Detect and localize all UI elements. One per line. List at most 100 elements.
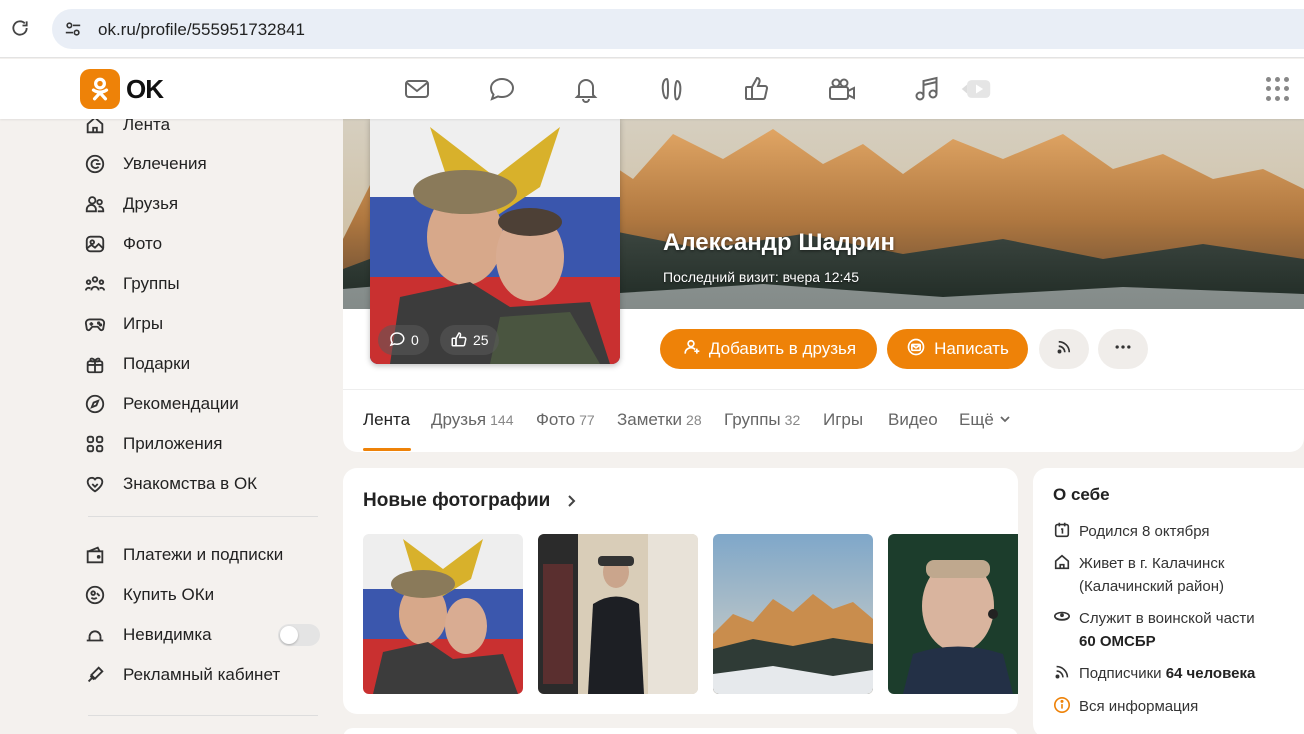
tab-feed[interactable]: Лента <box>363 410 410 430</box>
wallet-icon <box>80 543 110 567</box>
home-icon <box>1053 552 1079 598</box>
sidebar-item-payments[interactable]: Платежи и подписки <box>80 540 330 570</box>
tab-games[interactable]: Игры <box>823 410 863 430</box>
like-icon[interactable] <box>741 73 773 105</box>
hobby-icon <box>80 152 110 176</box>
bell-icon[interactable] <box>570 73 602 105</box>
calendar-icon <box>1053 520 1079 544</box>
tab-notes[interactable]: Заметки 28 <box>617 410 702 430</box>
sidebar-item-groups[interactable]: Группы <box>80 269 330 299</box>
sidebar-item-label: Платежи и подписки <box>123 545 284 564</box>
sidebar-item-ads-cabinet[interactable]: Рекламный кабинет <box>80 660 330 690</box>
sidebar-item-label: Группы <box>123 274 180 293</box>
sidebar-item-label: Приложения <box>123 434 223 453</box>
all-info-text[interactable]: Вся информация <box>1079 695 1198 719</box>
avatar-likes-badge[interactable]: 25 <box>440 325 499 355</box>
all-info-link[interactable]: Вся информация <box>1053 695 1303 719</box>
sidebar-item-label: Увлечения <box>123 154 207 173</box>
address-bar[interactable]: ok.ru/profile/555951732841 <box>52 9 1304 49</box>
subscribers-row[interactable]: Подписчики 64 человека <box>1053 662 1303 686</box>
reload-icon[interactable] <box>10 18 30 38</box>
sidebar-item-label: Игры <box>123 314 164 333</box>
military-unit[interactable]: 60 ОМСБР <box>1079 633 1156 650</box>
top-navbar: OK <box>0 59 1304 119</box>
chat-icon[interactable] <box>486 73 518 105</box>
tab-photos[interactable]: Фото 77 <box>536 410 595 430</box>
sidebar-item-label: Рекламный кабинет <box>123 665 281 684</box>
rss-icon <box>1053 662 1079 686</box>
invisible-toggle[interactable] <box>278 624 320 646</box>
avatar-comments-badge[interactable]: 0 <box>378 325 429 355</box>
next-feed-card <box>343 728 1018 734</box>
url-text[interactable]: ok.ru/profile/555951732841 <box>98 20 305 40</box>
avatar-comments-count: 0 <box>411 332 419 348</box>
add-user-icon <box>681 337 701 362</box>
left-sidebar: Лента Увлечения Друзья Фото Группы Игры … <box>80 110 330 734</box>
new-photos-title[interactable]: Новые фотографии <box>363 490 550 512</box>
comment-icon <box>388 330 406 351</box>
profile-avatar[interactable]: 0 25 <box>370 117 620 364</box>
subscribers-count[interactable]: 64 человека <box>1166 665 1256 682</box>
profile-tabs: Лента Друзья 144 Фото 77 Заметки 28 Группы 3… <box>343 389 1304 452</box>
sidebar-item-label: Друзья <box>123 194 179 213</box>
tab-friends[interactable]: Друзья 144 <box>431 410 514 430</box>
sidebar-item-friends[interactable]: Друзья <box>80 189 330 219</box>
sidebar-item-label: Купить ОКи <box>123 585 215 604</box>
megaphone-icon <box>80 663 110 687</box>
apps-icon <box>80 432 110 456</box>
play-icon[interactable] <box>960 73 996 105</box>
chevron-right-icon[interactable] <box>565 491 579 511</box>
more-options-button[interactable] <box>1098 329 1148 369</box>
location-row: Живет в г. Калачинск (Калачинский район) <box>1053 552 1303 598</box>
military-cap-icon <box>1053 607 1079 653</box>
tab-more[interactable]: Ещё <box>959 410 1011 430</box>
profile-name: Александр Шадрин <box>663 229 895 256</box>
ok-logo-icon[interactable] <box>80 69 120 109</box>
sidebar-item-recommendations[interactable]: Рекомендации <box>80 389 330 419</box>
mail-icon[interactable] <box>401 73 433 105</box>
logo-text[interactable]: OK <box>126 74 164 105</box>
sidebar-item-buy-oki[interactable]: Купить ОКи <box>80 580 330 610</box>
sidebar-item-invisible[interactable]: Невидимка <box>80 620 330 650</box>
location-line2: (Калачинский район) <box>1079 578 1224 595</box>
site-settings-icon[interactable] <box>64 20 82 38</box>
like-icon <box>450 330 468 351</box>
sidebar-item-label: Знакомства в ОК <box>123 474 258 493</box>
tab-groups[interactable]: Группы 32 <box>724 410 800 430</box>
active-tab-indicator <box>363 448 411 451</box>
tab-video[interactable]: Видео <box>888 410 938 430</box>
chevron-down-icon <box>999 410 1011 429</box>
friends-guests-icon[interactable] <box>656 73 688 105</box>
subscribers-prefix: Подписчики <box>1079 665 1162 682</box>
sidebar-item-apps[interactable]: Приложения <box>80 429 330 459</box>
sidebar-divider <box>88 516 318 517</box>
subscribe-button[interactable] <box>1039 329 1089 369</box>
avatar-likes-count: 25 <box>473 332 489 348</box>
sidebar-divider <box>88 715 318 716</box>
video-camera-icon[interactable] <box>826 73 858 105</box>
sidebar-item-photo[interactable]: Фото <box>80 229 330 259</box>
info-icon <box>1053 695 1079 719</box>
music-icon[interactable] <box>911 73 943 105</box>
new-photos-card: Новые фотографии <box>343 468 1018 714</box>
birthday-text: Родился 8 октября <box>1079 523 1210 540</box>
coin-icon <box>80 583 110 607</box>
add-friend-button[interactable]: Добавить в друзья <box>660 329 877 369</box>
gift-icon <box>80 352 110 376</box>
photo-thumbnail[interactable] <box>363 534 523 694</box>
sidebar-item-gifts[interactable]: Подарки <box>80 349 330 379</box>
more-dots-icon <box>1113 337 1133 362</box>
sidebar-item-label: Подарки <box>123 354 191 373</box>
sidebar-item-hobbies[interactable]: Увлечения <box>80 149 330 179</box>
write-message-label: Написать <box>934 339 1009 358</box>
photo-thumbnail[interactable] <box>888 534 1018 694</box>
profile-card: 0 25 Александр Шадрин Последний визит: в… <box>343 117 1304 452</box>
apps-grid-icon[interactable] <box>1266 77 1290 101</box>
write-message-button[interactable]: Написать <box>887 329 1028 369</box>
sidebar-item-dating[interactable]: Знакомства в ОК <box>80 469 330 499</box>
heart-icon <box>80 472 110 496</box>
friends-icon <box>80 192 110 216</box>
photo-thumbnail[interactable] <box>538 534 698 694</box>
sidebar-item-games[interactable]: Игры <box>80 309 330 339</box>
photo-thumbnail[interactable] <box>713 534 873 694</box>
